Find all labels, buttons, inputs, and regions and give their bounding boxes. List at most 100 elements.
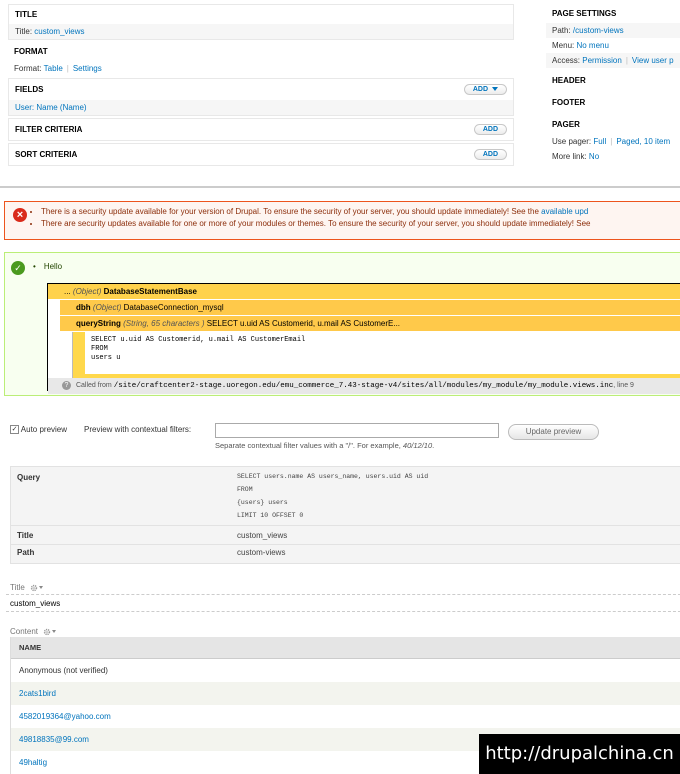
pager-full-link[interactable]: Full — [593, 137, 606, 146]
format-row: Format: Table | Settings — [8, 61, 514, 76]
ctx-desc-suffix: . — [432, 441, 435, 450]
krumo-querystring-type: (String, 65 characters ) — [123, 319, 205, 328]
name-column-header[interactable]: NAME — [11, 637, 680, 659]
error-item: There are security updates available for… — [41, 219, 680, 228]
status-text: Hello — [33, 262, 62, 271]
format-heading: FORMAT — [14, 47, 48, 56]
contextual-filters-input[interactable] — [215, 423, 499, 438]
path-row: Path: /custom-views — [546, 23, 680, 38]
field-user-name-link[interactable]: User: Name (Name) — [15, 103, 87, 112]
error-text-2: There are security updates available for… — [41, 219, 591, 228]
access-settings-link[interactable]: View user p — [632, 56, 674, 65]
format-table-link[interactable]: Table — [44, 64, 63, 73]
krumo-debug-output: ... (Object) DatabaseStatementBase dbh (… — [47, 283, 680, 394]
row-name-link[interactable]: 4582019364@yahoo.com — [19, 712, 111, 721]
krumo-dbh-key: dbh — [76, 303, 91, 312]
available-updates-link[interactable]: available upd — [541, 207, 588, 216]
preview-title-value: custom_views — [10, 599, 61, 608]
path-label: Path: — [552, 26, 571, 35]
krumo-footer: ? Called from /site/craftcenter2-stage.u… — [48, 378, 680, 394]
title-info-value: custom_views — [237, 531, 288, 540]
query-row-divider — [11, 525, 680, 526]
title-row-divider — [11, 544, 680, 545]
section-divider — [0, 186, 680, 188]
row-name-link[interactable]: 49haltig — [19, 758, 47, 767]
pager-label: Use pager: — [552, 137, 592, 146]
access-permission-link[interactable]: Permission — [582, 56, 622, 65]
krumo-dbh-row[interactable]: dbh (Object) DatabaseConnection_mysql — [60, 300, 680, 316]
access-label: Access: — [552, 56, 581, 65]
title-area-label[interactable]: Title — [10, 583, 44, 592]
filter-add-button[interactable]: Add — [473, 124, 507, 135]
format-settings-link[interactable]: Settings — [73, 64, 102, 73]
page-settings-heading: PAGE SETTINGS — [552, 9, 617, 18]
pager-row: Use pager: Full | Paged, 10 item — [546, 134, 680, 149]
filter-section: FILTER CRITERIA Add — [8, 118, 514, 141]
check-icon: ✓ — [11, 261, 25, 275]
row-name-link[interactable]: 2cats1bird — [19, 689, 56, 698]
field-item[interactable]: User: Name (Name) — [9, 100, 513, 115]
krumo-querystring-row[interactable]: queryString (String, 65 characters ) SEL… — [60, 316, 680, 332]
called-from-line: , line 9 — [613, 382, 634, 389]
auto-preview-checkbox[interactable]: ✓ — [10, 425, 19, 435]
krumo-code-block: SELECT u.uid AS Customerid, u.mail AS Cu… — [72, 332, 680, 378]
views-edit-right-column: PAGE SETTINGS Path: /custom-views Menu: … — [546, 4, 680, 164]
content-area-label[interactable]: Content — [10, 627, 57, 636]
auto-preview-control[interactable]: ✓ Auto preview — [10, 425, 68, 435]
query-info-table: Query SELECT users.name AS users_name, u… — [10, 466, 680, 564]
more-link-value[interactable]: No — [589, 152, 599, 161]
sort-section: SORT CRITERIA Add — [8, 143, 514, 166]
pager-paged-link[interactable]: Paged, 10 item — [616, 137, 670, 146]
error-text-1: There is a security update available for… — [41, 207, 542, 216]
preview-controls: ✓ Auto preview Preview with contextual f… — [10, 423, 680, 453]
title-area-text: Title — [10, 583, 25, 592]
title-area-box — [6, 594, 680, 612]
krumo-dbh-value: DatabaseConnection_mysql — [123, 303, 224, 312]
footer-heading[interactable]: FOOTER — [546, 93, 680, 112]
title-value-link[interactable]: custom_views — [34, 27, 84, 36]
security-error-message: × There is a security update available f… — [4, 201, 680, 240]
krumo-root-row[interactable]: ... (Object) DatabaseStatementBase — [48, 284, 680, 300]
path-link[interactable]: /custom-views — [573, 26, 624, 35]
sort-add-button[interactable]: Add — [473, 149, 507, 160]
error-icon: × — [13, 208, 27, 222]
filter-heading: FILTER CRITERIA — [15, 125, 83, 134]
separator: | — [625, 56, 628, 65]
header-heading[interactable]: HEADER — [546, 71, 680, 90]
krumo-querystring-key: queryString — [76, 319, 121, 328]
more-link-row: More link: No — [546, 149, 680, 164]
watermark: http://drupalchina.cn — [479, 734, 680, 774]
title-row: Title: custom_views — [9, 24, 513, 39]
sort-heading: SORT CRITERIA — [15, 150, 78, 159]
error-list: There is a security update available for… — [41, 207, 680, 228]
separator: | — [610, 137, 613, 146]
called-from-path: /site/craftcenter2-stage.uoregon.edu/emu… — [113, 382, 614, 390]
update-preview-button[interactable]: Update preview — [508, 424, 599, 440]
status-message: ✓ Hello ... (Object) DatabaseStatementBa… — [4, 252, 680, 396]
chevron-down-icon — [39, 586, 44, 590]
help-icon: ? — [62, 380, 71, 390]
gear-icon[interactable] — [30, 584, 38, 592]
fields-add-button[interactable]: Add — [463, 84, 507, 95]
krumo-dbh-type: (Object) — [92, 303, 122, 312]
error-item: There is a security update available for… — [41, 207, 680, 216]
auto-preview-label: Auto preview — [20, 425, 68, 434]
path-info-label: Path — [17, 548, 35, 557]
row-name-link[interactable]: 49818835@99.com — [19, 735, 89, 744]
pager-heading: PAGER — [552, 120, 580, 129]
menu-link[interactable]: No menu — [576, 41, 608, 50]
chevron-down-icon — [492, 87, 498, 92]
chevron-down-icon — [52, 630, 57, 634]
query-sql: SELECT users.name AS users_name, users.u… — [237, 473, 429, 519]
gear-icon[interactable] — [43, 628, 51, 636]
menu-label: Menu: — [552, 41, 575, 50]
krumo-root-type: (Object) — [72, 287, 102, 296]
separator: | — [66, 64, 69, 73]
query-label: Query — [17, 473, 41, 482]
path-info-link[interactable]: custom-views — [237, 548, 285, 557]
called-from-label: Called from — [75, 382, 112, 389]
contextual-filters-description: Separate contextual filter values with a… — [215, 441, 434, 450]
query-value: SELECT users.name AS users_name, users.u… — [237, 470, 428, 522]
contextual-filters-label: Preview with contextual filters: — [84, 425, 192, 434]
ctx-desc-example: 40/12/10 — [402, 441, 433, 450]
